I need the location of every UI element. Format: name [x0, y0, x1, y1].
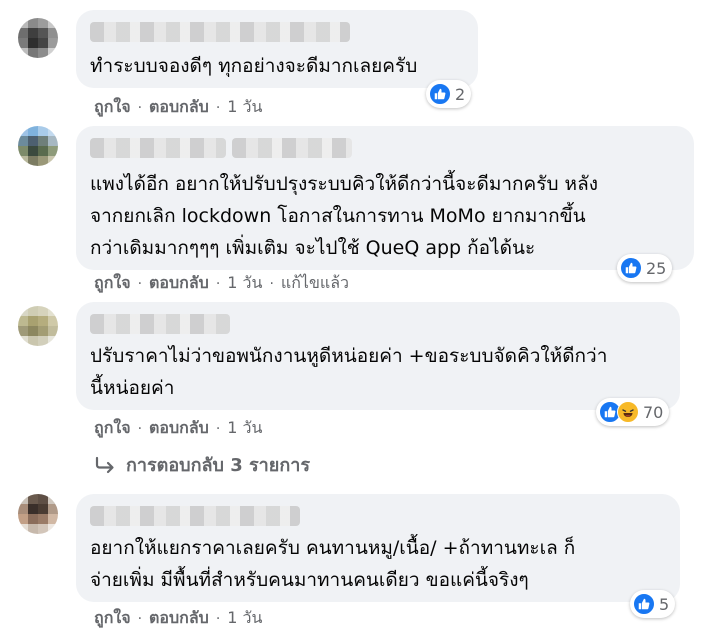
reactions-summary[interactable]: 70: [596, 398, 670, 426]
separator: ·: [215, 99, 221, 116]
separator: ·: [215, 420, 221, 437]
comment-bubble: อยากให้แยกราคาเลยครับ คนทานหมู/เนื้อ/ +ถ…: [76, 494, 680, 602]
comment-actions: ถูกใจ · ตอบกลับ · 1 วัน · แก้ไขแล้ว: [94, 271, 349, 296]
like-button[interactable]: ถูกใจ: [94, 271, 131, 296]
comment-actions: ถูกใจ · ตอบกลับ · 1 วัน: [94, 606, 262, 631]
comment-bubble: ทำระบบจองดีๆ ทุกอย่างจะดีมากเลยครับ: [76, 10, 478, 88]
comment-text: อยากให้แยกราคาเลยครับ คนทานหมู/เนื้อ/ +ถ…: [90, 537, 576, 591]
reaction-count: 5: [659, 594, 670, 614]
separator: ·: [137, 275, 143, 292]
comment-bubble: ปรับราคาไม่ว่าขอพนักงานหูดีหน่อยค่า +ขอร…: [76, 302, 680, 410]
like-icon: [620, 257, 642, 279]
edited-label[interactable]: แก้ไขแล้ว: [281, 271, 349, 296]
like-button[interactable]: ถูกใจ: [94, 416, 131, 441]
comment-actions: ถูกใจ · ตอบกลับ · 1 วัน: [94, 95, 262, 120]
timestamp[interactable]: 1 วัน: [227, 95, 262, 120]
like-button[interactable]: ถูกใจ: [94, 606, 131, 631]
reactions-summary[interactable]: 25: [617, 254, 673, 282]
author-name-blurred: [232, 138, 352, 158]
view-replies-label: การตอบกลับ 3 รายการ: [126, 455, 311, 476]
reaction-count: 25: [646, 258, 667, 278]
separator: ·: [215, 275, 221, 292]
author-name-blurred[interactable]: [90, 506, 300, 526]
reply-arrow-icon: [95, 456, 114, 473]
reaction-count: 2: [455, 84, 466, 104]
reactions-summary[interactable]: 2: [426, 80, 472, 108]
view-replies-link[interactable]: การตอบกลับ 3 รายการ: [94, 450, 310, 479]
comment-actions: ถูกใจ · ตอบกลับ · 1 วัน: [94, 416, 262, 441]
reply-button[interactable]: ตอบกลับ: [149, 271, 209, 296]
reply-button[interactable]: ตอบกลับ: [149, 95, 209, 120]
comment-text: ทำระบบจองดีๆ ทุกอย่างจะดีมากเลยครับ: [90, 55, 418, 77]
comment-text: แพงได้อีก อยากให้ปรับปรุงระบบคิวให้ดีกว่…: [90, 173, 598, 259]
separator: ·: [215, 610, 221, 627]
separator: ·: [137, 420, 143, 437]
avatar[interactable]: [18, 306, 58, 346]
haha-icon: [617, 401, 639, 423]
comment-bubble: แพงได้อีก อยากให้ปรับปรุงระบบคิวให้ดีกว่…: [76, 126, 694, 270]
separator: ·: [269, 275, 274, 292]
separator: ·: [137, 99, 143, 116]
author-name-blurred[interactable]: [90, 22, 350, 42]
avatar[interactable]: [18, 18, 58, 58]
reactions-summary[interactable]: 5: [630, 590, 676, 618]
like-icon: [633, 593, 655, 615]
comment-text: ปรับราคาไม่ว่าขอพนักงานหูดีหน่อยค่า +ขอร…: [90, 345, 608, 399]
avatar[interactable]: [18, 494, 58, 534]
reply-button[interactable]: ตอบกลับ: [149, 606, 209, 631]
timestamp[interactable]: 1 วัน: [227, 271, 262, 296]
separator: ·: [137, 610, 143, 627]
avatar[interactable]: [18, 126, 58, 166]
reaction-count: 70: [643, 402, 664, 422]
reply-button[interactable]: ตอบกลับ: [149, 416, 209, 441]
timestamp[interactable]: 1 วัน: [227, 606, 262, 631]
like-icon: [429, 83, 451, 105]
timestamp[interactable]: 1 วัน: [227, 416, 262, 441]
like-button[interactable]: ถูกใจ: [94, 95, 131, 120]
author-name-blurred[interactable]: [90, 138, 226, 158]
author-name-blurred[interactable]: [90, 314, 230, 334]
